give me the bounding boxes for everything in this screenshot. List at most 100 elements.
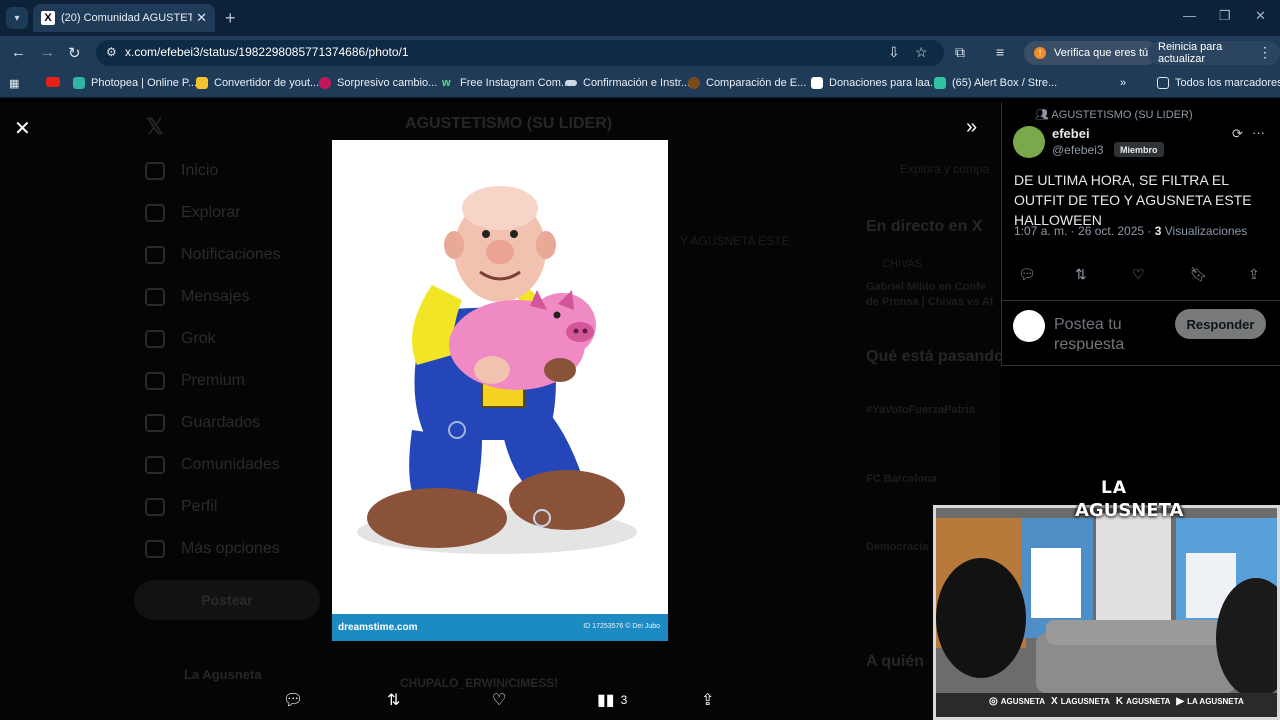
author-name[interactable]: efebei xyxy=(1052,126,1090,141)
nav-premium[interactable]: Premium xyxy=(145,372,245,390)
nav-label: Guardados xyxy=(181,414,261,431)
x-icon xyxy=(145,372,165,390)
user-icon xyxy=(145,498,165,516)
social-label: AGUSNETA xyxy=(1000,696,1046,706)
nav-profile[interactable]: Perfil xyxy=(145,498,217,516)
tab-active[interactable]: X (20) Comunidad AGUSTETISMO ✕ xyxy=(33,4,215,32)
search-icon xyxy=(145,204,165,222)
nav-grok[interactable]: Grok xyxy=(145,330,216,348)
views-count: 3 xyxy=(620,693,628,707)
forward-icon[interactable]: → xyxy=(40,44,55,61)
bookmark-7[interactable]: Donaciones para laa... xyxy=(811,77,939,89)
nav-home[interactable]: Inicio xyxy=(145,162,218,180)
bookmark-2[interactable]: Convertidor de yout... xyxy=(196,77,319,89)
restart-label: Reinicia para actualizar xyxy=(1158,41,1223,65)
bookmark-3[interactable]: Sorpresivo cambio... xyxy=(319,77,437,89)
instagram-handle: ◎ AGUSNETA xyxy=(989,696,1045,707)
restore-icon[interactable]: ❐ xyxy=(1219,8,1231,24)
author-handle[interactable]: @efebei3 xyxy=(1052,143,1104,157)
all-bookmarks[interactable]: Todos los marcadores xyxy=(1157,77,1280,89)
youtube-handle: ▶ LA AGUSNETA xyxy=(1176,696,1243,707)
community-name: AGUSTETISMO (SU LIDER) xyxy=(1051,109,1193,121)
link-icon xyxy=(565,80,577,86)
repost-icon: ⇅ xyxy=(387,692,401,709)
nav-more[interactable]: Más opciones xyxy=(145,540,280,558)
webcam-overlay xyxy=(933,505,1280,720)
reading-list-icon[interactable]: ≡ xyxy=(996,44,1004,60)
nav-label: Grok xyxy=(181,330,216,347)
nav-messages[interactable]: Mensajes xyxy=(145,288,249,306)
nav-bookmarks[interactable]: Guardados xyxy=(145,414,260,432)
nav-label: Mensajes xyxy=(181,288,250,305)
repost-action[interactable]: ⇅ xyxy=(387,690,400,710)
reply-input[interactable]: Postea tu respuesta xyxy=(1054,315,1164,351)
bookmark-8[interactable]: (65) Alert Box / Stre... xyxy=(934,77,1057,89)
post-views-label: Visualizaciones xyxy=(1161,224,1248,238)
more-options-icon[interactable]: ··· xyxy=(1252,125,1265,140)
nav-label: Comunidades xyxy=(181,456,280,473)
bookmark-6[interactable]: Comparación de E... xyxy=(688,77,806,89)
site-info-icon[interactable]: ⚙ xyxy=(106,45,117,59)
reply-button[interactable]: Responder xyxy=(1175,309,1266,339)
w-icon: w xyxy=(442,77,451,89)
close-media-icon[interactable]: ✕ xyxy=(14,116,31,141)
install-app-icon[interactable]: ⇩ xyxy=(888,44,900,61)
youtube-icon: ▶ xyxy=(1176,695,1185,707)
back-icon[interactable]: ← xyxy=(11,44,26,61)
follow-heading: A quién xyxy=(866,653,925,670)
comment-icon: 💬︎ xyxy=(283,692,304,709)
tab-close-icon[interactable]: ✕ xyxy=(196,10,207,26)
minimize-icon[interactable]: — xyxy=(1183,8,1196,23)
share-icon[interactable]: ⇪ xyxy=(1248,266,1260,283)
like-icon[interactable]: ♡ xyxy=(1132,266,1145,283)
nav-explore[interactable]: Explorar xyxy=(145,204,241,222)
bookmark-youtube[interactable] xyxy=(46,77,66,87)
nav-communities[interactable]: Comunidades xyxy=(145,456,280,474)
grok-icon xyxy=(145,330,165,348)
window-close-icon[interactable]: ✕ xyxy=(1255,8,1266,24)
browser-menu-icon[interactable]: ⋮ xyxy=(1258,44,1272,61)
nav-label: Premium xyxy=(181,372,246,389)
reply-icon[interactable]: 💬︎ xyxy=(1018,266,1036,283)
extensions-icon[interactable]: ⧉ xyxy=(955,44,965,61)
url-text[interactable]: x.com/efebei3/status/1982298085771374686… xyxy=(125,45,409,59)
bookmark-icon[interactable]: 🔖︎ xyxy=(1190,266,1208,283)
bookmark-icon xyxy=(145,414,165,432)
more-bookmarks-icon[interactable]: » xyxy=(1120,77,1126,89)
warning-icon: ! xyxy=(1034,47,1046,59)
bookmark-star-icon[interactable]: ☆ xyxy=(915,44,928,61)
community-icon: 👥︎ xyxy=(1035,109,1052,121)
share-action[interactable]: ⇪ xyxy=(701,690,714,710)
reply-action[interactable]: 💬︎ xyxy=(283,690,303,710)
tab-search-icon[interactable]: ▾ xyxy=(6,7,28,29)
new-tab-icon[interactable]: + xyxy=(225,8,236,29)
more-circle-icon xyxy=(145,540,165,558)
nav-notifications[interactable]: Notificaciones xyxy=(145,246,281,264)
x-handle: X LAGUSNETA xyxy=(1051,696,1110,707)
post-button[interactable]: Postear xyxy=(134,580,320,620)
like-action[interactable]: ♡ xyxy=(492,690,506,710)
x-logo-icon: 𝕏 xyxy=(146,114,164,139)
community-label[interactable]: 👥︎ AGUSTETISMO (SU LIDER) xyxy=(1035,108,1193,121)
apps-grid-icon[interactable]: ▦ xyxy=(9,77,19,90)
bookmark-label: Confirmación e Instr... xyxy=(583,77,690,89)
webcam-scene xyxy=(936,508,1277,717)
verify-button[interactable]: ! Verifica que eres tú xyxy=(1024,41,1159,65)
trend-item: FC Barcelona xyxy=(866,473,937,485)
collapse-panel-icon[interactable]: » xyxy=(966,116,977,139)
repost-icon[interactable]: ⇅ xyxy=(1075,266,1087,283)
bookmark-5[interactable]: Confirmación e Instr... xyxy=(565,77,690,89)
bookmark-1[interactable]: Photopea | Online P... xyxy=(73,77,197,89)
bookmark-label: Sorpresivo cambio... xyxy=(337,77,438,89)
views-action[interactable]: ▮▮ 3 xyxy=(597,690,627,710)
live-title: Gabriel Milito en Confe de Prensa | Chiv… xyxy=(866,281,994,308)
reload-icon[interactable]: ↻ xyxy=(68,44,81,62)
folder-icon xyxy=(1157,77,1169,89)
author-avatar[interactable] xyxy=(1013,126,1045,158)
bookmark-4[interactable]: w Free Instagram Com... xyxy=(442,77,570,89)
all-bookmarks-label: Todos los marcadores xyxy=(1175,77,1280,89)
grok-icon[interactable]: ⟳ xyxy=(1232,126,1243,142)
converter-icon xyxy=(196,77,208,89)
my-avatar xyxy=(1013,310,1045,342)
live-heading: En directo en X xyxy=(866,218,983,235)
